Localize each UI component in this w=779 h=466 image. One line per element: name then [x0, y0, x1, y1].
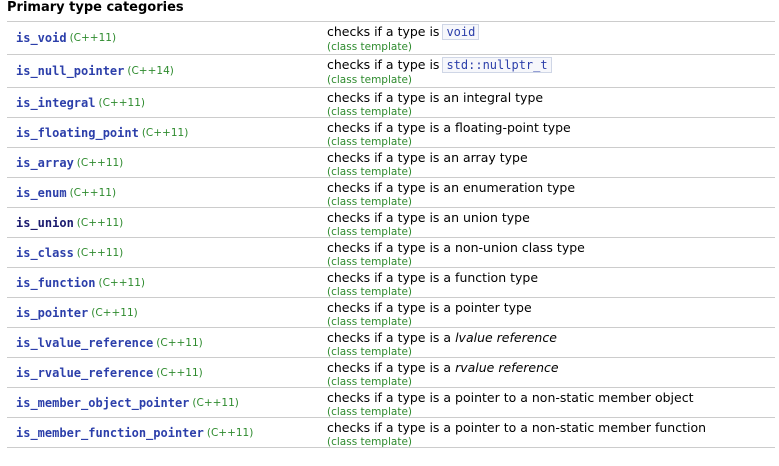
- description-text: checks if a type is a non-union class ty…: [327, 240, 585, 255]
- table-row: is_void (C++11) checks if a type is void …: [7, 22, 775, 55]
- is-member-function-pointer-link[interactable]: is_member_function_pointer: [16, 426, 204, 440]
- name-cell: is_lvalue_reference (C++11): [16, 328, 203, 357]
- description-text: checks if a type is a pointer to a non-s…: [327, 420, 707, 435]
- rvalue-reference-term: rvalue reference: [455, 360, 559, 375]
- table-row: is_member_function_pointer (C++11) check…: [7, 418, 775, 448]
- version-badge: (C++11): [91, 306, 138, 319]
- description-text: checks if a type is an integral type: [327, 90, 544, 105]
- description-cell: checks if a type is void (class template): [327, 24, 480, 54]
- is-lvalue-reference-link[interactable]: is_lvalue_reference: [16, 336, 153, 350]
- description-text: checks if a type is: [327, 24, 440, 39]
- kind-label: (class template): [327, 74, 412, 86]
- table-row: is_integral (C++11) checks if a type is …: [7, 88, 775, 118]
- is-member-object-pointer-link[interactable]: is_member_object_pointer: [16, 396, 189, 410]
- code-nullptr-t-link[interactable]: std::nullptr_t: [442, 57, 552, 73]
- description-cell: checks if a type is a non-union class ty…: [327, 240, 585, 269]
- table-row: is_function (C++11) checks if a type is …: [7, 268, 775, 298]
- name-cell: is_union (C++11): [16, 208, 123, 237]
- description-cell: checks if a type is an union type (class…: [327, 210, 530, 239]
- table-row: is_member_object_pointer (C++11) checks …: [7, 388, 775, 418]
- description-cell: checks if a type is a pointer to a non-s…: [327, 420, 706, 449]
- is-null-pointer-link[interactable]: is_null_pointer: [16, 64, 124, 78]
- table-row: is_null_pointer (C++14) checks if a type…: [7, 55, 775, 88]
- name-cell: is_member_function_pointer (C++11): [16, 418, 253, 447]
- description-cell: checks if a type is a pointer type (clas…: [327, 300, 532, 329]
- table-row: is_class (C++11) checks if a type is a n…: [7, 238, 775, 268]
- name-cell: is_function (C++11): [16, 268, 145, 297]
- description-cell: checks if a type is a floating-point typ…: [327, 120, 571, 149]
- name-cell: is_null_pointer (C++14): [16, 55, 174, 87]
- is-function-link[interactable]: is_function: [16, 276, 95, 290]
- is-floating-point-link[interactable]: is_floating_point: [16, 126, 139, 140]
- description-cell: checks if a type is an enumeration type …: [327, 180, 575, 209]
- version-badge: (C++11): [192, 396, 239, 409]
- version-badge: (C++11): [69, 32, 117, 44]
- table-row: is_lvalue_reference (C++11) checks if a …: [7, 328, 775, 358]
- version-badge: (C++14): [127, 65, 174, 77]
- version-badge: (C++11): [98, 96, 145, 109]
- description-cell: checks if a type is a pointer to a non-s…: [327, 390, 694, 419]
- description-cell: checks if a type is std::nullptr_t (class…: [327, 57, 552, 87]
- is-void-link[interactable]: is_void: [16, 31, 67, 45]
- is-integral-link[interactable]: is_integral: [16, 96, 95, 110]
- description-text: checks if a type is a function type: [327, 270, 539, 285]
- name-cell: is_member_object_pointer (C++11): [16, 388, 239, 417]
- description-cell: checks if a type is an integral type (cl…: [327, 90, 543, 119]
- name-cell: is_floating_point (C++11): [16, 118, 188, 147]
- description: checks if a type is a lvalue reference: [327, 330, 557, 345]
- table-row: is_rvalue_reference (C++11) checks if a …: [7, 358, 775, 388]
- table-row: is_array (C++11) checks if a type is an …: [7, 148, 775, 178]
- is-array-link[interactable]: is_array: [16, 156, 74, 170]
- description-cell: checks if a type is a rvalue reference (…: [327, 360, 559, 389]
- is-class-link[interactable]: is_class: [16, 246, 74, 260]
- is-enum-link[interactable]: is_enum: [16, 186, 67, 200]
- description-text: checks if a type is a pointer type: [327, 300, 532, 315]
- table-row: is_pointer (C++11) checks if a type is a…: [7, 298, 775, 328]
- version-badge: (C++11): [76, 216, 124, 229]
- description: checks if a type is std::nullptr_t: [327, 57, 552, 73]
- version-badge: (C++11): [76, 156, 124, 169]
- description-text: checks if a type is a: [327, 360, 452, 375]
- table-row: is_floating_point (C++11) checks if a ty…: [7, 118, 775, 148]
- version-badge: (C++11): [98, 276, 145, 289]
- description-cell: checks if a type is a function type (cla…: [327, 270, 538, 299]
- description-text: checks if a type is a pointer to a non-s…: [327, 390, 694, 405]
- version-badge: (C++11): [141, 126, 189, 139]
- description-text: checks if a type is an enumeration type: [327, 180, 576, 195]
- description-text: checks if a type is a floating-point typ…: [327, 120, 571, 135]
- lvalue-reference-term: lvalue reference: [455, 330, 557, 345]
- is-union-link[interactable]: is_union: [16, 216, 74, 230]
- is-rvalue-reference-link[interactable]: is_rvalue_reference: [16, 366, 153, 380]
- description: checks if a type is void: [327, 24, 480, 40]
- version-badge: (C++11): [156, 336, 203, 349]
- name-cell: is_array (C++11): [16, 148, 123, 177]
- description-cell: checks if a type is an array type (class…: [327, 150, 528, 179]
- is-pointer-link[interactable]: is_pointer: [16, 306, 88, 320]
- version-badge: (C++11): [156, 366, 203, 379]
- version-badge: (C++11): [69, 186, 117, 199]
- version-badge: (C++11): [206, 426, 254, 439]
- description-text: checks if a type is an union type: [327, 210, 530, 225]
- name-cell: is_pointer (C++11): [16, 298, 138, 327]
- kind-label: (class template): [327, 41, 412, 53]
- code-void-link[interactable]: void: [442, 24, 480, 40]
- kind-label: (class template): [327, 436, 412, 448]
- description-cell: checks if a type is a lvalue reference (…: [327, 330, 557, 359]
- name-cell: is_enum (C++11): [16, 178, 116, 207]
- table-row: is_enum (C++11) checks if a type is an e…: [7, 178, 775, 208]
- description-text: checks if a type is: [327, 57, 440, 72]
- section-heading: Primary type categories: [7, 0, 184, 15]
- name-cell: is_class (C++11): [16, 238, 123, 267]
- name-cell: is_void (C++11): [16, 22, 116, 54]
- description: checks if a type is a rvalue reference: [327, 360, 559, 375]
- description-text: checks if a type is an array type: [327, 150, 528, 165]
- name-cell: is_integral (C++11): [16, 88, 145, 117]
- table-row: is_union (C++11) checks if a type is an …: [7, 208, 775, 238]
- name-cell: is_rvalue_reference (C++11): [16, 358, 203, 387]
- type-category-table: is_void (C++11) checks if a type is void …: [7, 21, 775, 448]
- description-text: checks if a type is a: [327, 330, 452, 345]
- version-badge: (C++11): [76, 246, 124, 259]
